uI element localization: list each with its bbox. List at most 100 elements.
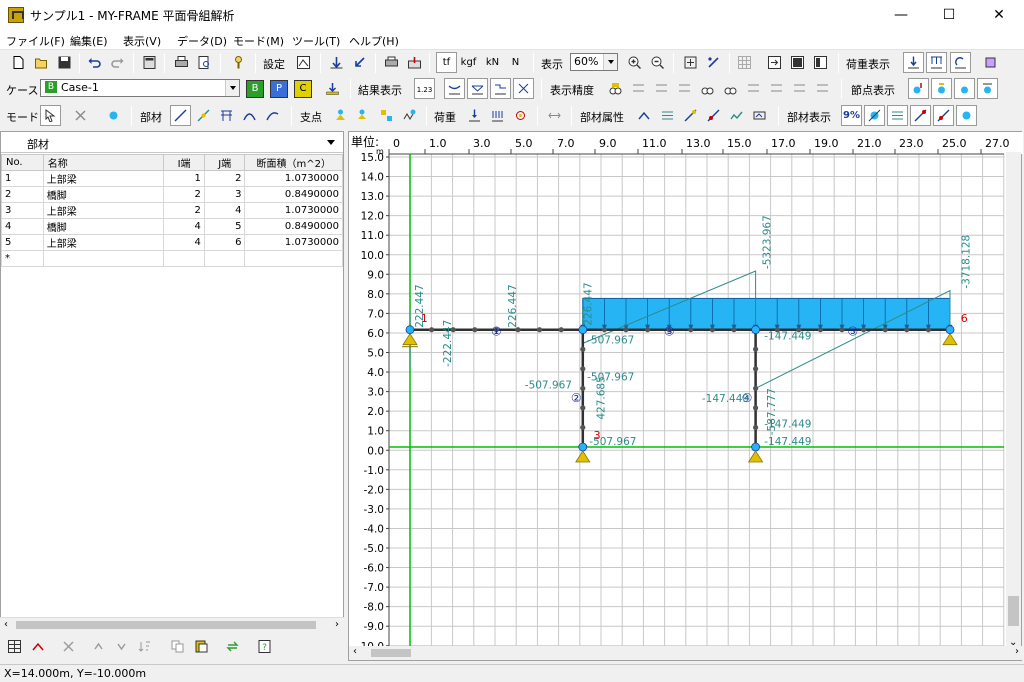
case-c-button[interactable]: C <box>294 80 312 98</box>
member-curve-button[interactable] <box>262 105 283 126</box>
node-1[interactable] <box>405 325 415 335</box>
scroll-left-arrow-icon[interactable]: ‹ <box>353 646 357 657</box>
help-button[interactable] <box>228 52 249 73</box>
menu-mode[interactable]: モード(M) <box>233 33 284 49</box>
col-j-end[interactable]: J端 <box>203 154 246 171</box>
new-cell-name[interactable] <box>42 250 165 267</box>
unit-kgf-button[interactable]: kgf <box>458 52 479 73</box>
canvas-vertical-scrollbar[interactable]: ⌄ <box>1006 152 1021 648</box>
v-scroll-thumb[interactable] <box>1008 596 1019 626</box>
cell-i-end[interactable]: 4 <box>163 234 205 251</box>
table-move-up-button[interactable] <box>88 636 109 657</box>
member-frame-button[interactable] <box>216 105 237 126</box>
cell-j-end[interactable]: 6 <box>203 234 246 251</box>
table-view-button[interactable] <box>4 636 25 657</box>
scroll-right-arrow-icon[interactable]: › <box>1015 646 1019 657</box>
unit-kn-button[interactable]: kN <box>482 52 503 73</box>
close-button[interactable]: ✕ <box>976 0 1022 30</box>
member-link-button[interactable] <box>193 105 214 126</box>
col-i-end[interactable]: I端 <box>163 154 205 171</box>
move-diagonal-button[interactable] <box>349 52 370 73</box>
load-moment-button[interactable] <box>510 105 531 126</box>
cell-name[interactable]: 上部梁 <box>42 170 165 187</box>
new-row[interactable]: * <box>1 250 343 267</box>
menu-data[interactable]: データ(D) <box>177 33 227 49</box>
table-help-button[interactable]: ? <box>254 636 275 657</box>
result-axial-button[interactable] <box>513 78 534 99</box>
new-cell-j-end[interactable] <box>203 250 246 267</box>
precision-6-button[interactable] <box>720 78 741 99</box>
member-display-3-button[interactable] <box>887 105 908 126</box>
table-row[interactable]: 1 上部梁 1 2 1.0730000 <box>1 170 343 187</box>
cell-i-end[interactable]: 4 <box>163 218 205 235</box>
cell-no[interactable]: 3 <box>1 202 44 219</box>
attr-1-button[interactable] <box>634 105 655 126</box>
support-roller-button[interactable] <box>353 105 374 126</box>
support-spring-button[interactable] <box>399 105 420 126</box>
col-area[interactable]: 断面積（m^2） <box>244 154 343 171</box>
member-display-6-button[interactable] <box>956 105 977 126</box>
zoom-select[interactable]: 60% <box>570 53 618 71</box>
cell-no[interactable]: 1 <box>1 170 44 187</box>
select-mode-button[interactable] <box>40 105 61 126</box>
print-button[interactable] <box>171 52 192 73</box>
panel-type-select[interactable]: 部材 <box>1 132 343 153</box>
case-import-button[interactable] <box>322 78 343 99</box>
cell-name[interactable]: 橋脚 <box>42 218 165 235</box>
table-row[interactable]: 5 上部梁 4 6 1.0730000 <box>1 234 343 251</box>
precision-3-button[interactable] <box>651 78 672 99</box>
case-select[interactable]: B Case-1 <box>40 79 240 97</box>
load-settings-button[interactable] <box>980 52 1001 73</box>
table-row[interactable]: 4 橋脚 4 5 0.8490000 <box>1 218 343 235</box>
member-display-number-button[interactable]: 9% <box>841 105 862 126</box>
member-arc-button[interactable] <box>239 105 260 126</box>
node-5[interactable] <box>751 442 761 452</box>
cell-area[interactable]: 0.8490000 <box>244 186 343 203</box>
precision-7-button[interactable] <box>743 78 764 99</box>
col-name[interactable]: 名称 <box>42 154 165 171</box>
result-value-button[interactable]: 1.23 <box>414 78 435 99</box>
new-file-button[interactable] <box>8 52 29 73</box>
cell-j-end[interactable]: 5 <box>203 218 246 235</box>
export-button[interactable] <box>404 52 425 73</box>
cell-i-end[interactable]: 1 <box>163 170 205 187</box>
zoom-out-button[interactable] <box>647 52 668 73</box>
layout-split-button[interactable] <box>787 52 808 73</box>
node-display-3-button[interactable] <box>954 78 975 99</box>
support-pin-button[interactable] <box>330 105 351 126</box>
table-refresh-button[interactable] <box>222 636 243 657</box>
delete-mode-button[interactable] <box>70 105 91 126</box>
cell-i-end[interactable]: 2 <box>163 186 205 203</box>
result-shear-button[interactable] <box>490 78 511 99</box>
table-row[interactable]: 3 上部梁 2 4 1.0730000 <box>1 202 343 219</box>
cell-no[interactable]: 5 <box>1 234 44 251</box>
table-delete-button[interactable] <box>58 636 79 657</box>
cell-i-end[interactable]: 2 <box>163 202 205 219</box>
cell-j-end[interactable]: 3 <box>203 186 246 203</box>
pan-button[interactable] <box>703 52 724 73</box>
maximize-button[interactable]: ☐ <box>926 0 972 30</box>
support-fixed-button[interactable] <box>376 105 397 126</box>
left-horizontal-scrollbar[interactable]: ‹ › <box>0 617 344 631</box>
node-display-2-button[interactable] <box>931 78 952 99</box>
precision-8-button[interactable] <box>766 78 787 99</box>
zoom-in-button[interactable] <box>624 52 645 73</box>
redo-button[interactable] <box>107 52 128 73</box>
node-display-1-button[interactable] <box>908 78 929 99</box>
member-line-button[interactable] <box>170 105 191 126</box>
scroll-thumb[interactable] <box>16 621 316 629</box>
cell-area[interactable]: 1.0730000 <box>244 170 343 187</box>
menu-file[interactable]: ファイル(F) <box>6 33 65 49</box>
fit-view-button[interactable] <box>680 52 701 73</box>
attr-2-button[interactable] <box>657 105 678 126</box>
case-b-button[interactable]: B <box>246 80 264 98</box>
precision-5-button[interactable] <box>697 78 718 99</box>
menu-help[interactable]: ヘルプ(H) <box>349 33 399 49</box>
cell-no[interactable]: 4 <box>1 218 44 235</box>
node-display-4-button[interactable] <box>977 78 998 99</box>
minimize-button[interactable]: — <box>878 0 924 30</box>
node-3[interactable] <box>578 442 588 452</box>
menu-view[interactable]: 表示(V) <box>123 33 161 49</box>
menu-tools[interactable]: ツール(T) <box>292 33 340 49</box>
attr-6-button[interactable] <box>749 105 770 126</box>
